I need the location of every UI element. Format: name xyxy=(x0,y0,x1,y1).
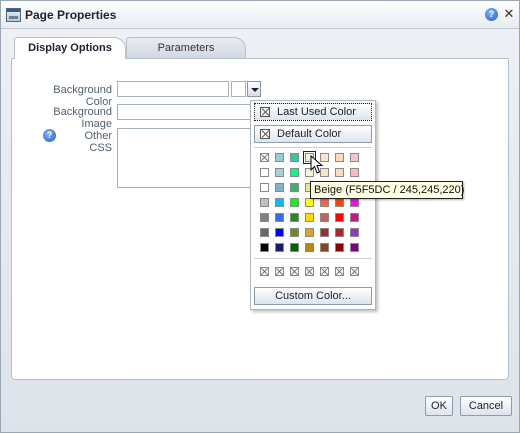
no-color-swatch[interactable] xyxy=(260,153,269,162)
dialog-app-icon xyxy=(6,8,21,22)
color-swatch[interactable] xyxy=(305,243,314,252)
tab-display-options[interactable]: Display Options xyxy=(14,37,126,59)
color-swatch[interactable] xyxy=(335,228,344,237)
color-swatch[interactable] xyxy=(260,183,269,192)
recent-color-slot[interactable] xyxy=(320,267,329,276)
color-swatch[interactable] xyxy=(275,168,284,177)
last-used-color-button[interactable]: Last Used Color xyxy=(254,103,372,121)
color-swatch[interactable] xyxy=(320,198,329,207)
other-css-help-icon[interactable]: ? xyxy=(43,129,56,142)
color-swatch[interactable] xyxy=(290,183,299,192)
color-swatch[interactable] xyxy=(275,153,284,162)
color-swatch[interactable] xyxy=(350,198,359,207)
color-tooltip: Beige (F5F5DC / 245,245,220) xyxy=(310,181,464,199)
cancel-button[interactable]: Cancel xyxy=(460,396,512,416)
color-swatch[interactable] xyxy=(290,168,299,177)
custom-color-button[interactable]: Custom Color... xyxy=(254,287,372,305)
default-color-button[interactable]: Default Color xyxy=(254,125,372,143)
color-swatch[interactable] xyxy=(305,228,314,237)
color-swatch[interactable] xyxy=(290,243,299,252)
color-swatch[interactable] xyxy=(335,213,344,222)
color-swatch[interactable] xyxy=(290,213,299,222)
other-css-label: Other CSS xyxy=(84,130,112,154)
last-used-color-label: Last Used Color xyxy=(277,106,356,118)
no-color-icon xyxy=(260,129,270,139)
recent-color-slot[interactable] xyxy=(260,267,269,276)
other-css-textarea[interactable] xyxy=(117,128,257,188)
color-swatch[interactable] xyxy=(260,168,269,177)
color-dropdown-button[interactable] xyxy=(247,81,261,97)
color-swatch[interactable] xyxy=(275,213,284,222)
dialog-title: Page Properties xyxy=(25,8,117,22)
color-swatch[interactable] xyxy=(350,243,359,252)
help-icon[interactable]: ? xyxy=(485,8,498,21)
color-swatch[interactable] xyxy=(305,198,314,207)
page-properties-dialog: Page Properties ? ✕ Parameters Display O… xyxy=(0,0,520,433)
color-swatch[interactable] xyxy=(350,228,359,237)
color-swatch[interactable] xyxy=(320,213,329,222)
close-icon[interactable]: ✕ xyxy=(503,7,515,21)
background-color-label: Background Color xyxy=(53,84,112,108)
recent-color-slot[interactable] xyxy=(335,267,344,276)
divider xyxy=(254,258,372,259)
color-swatch[interactable] xyxy=(260,213,269,222)
default-color-label: Default Color xyxy=(277,128,342,140)
color-swatch[interactable] xyxy=(260,198,269,207)
color-swatch[interactable] xyxy=(335,168,344,177)
divider xyxy=(254,147,372,148)
color-swatch[interactable] xyxy=(350,213,359,222)
color-swatch[interactable] xyxy=(350,168,359,177)
color-swatch[interactable] xyxy=(275,198,284,207)
ok-button[interactable]: OK xyxy=(425,396,453,416)
color-swatch[interactable] xyxy=(320,228,329,237)
color-swatch[interactable] xyxy=(335,198,344,207)
color-swatch[interactable] xyxy=(275,183,284,192)
color-swatch[interactable] xyxy=(350,153,359,162)
recent-color-slot[interactable] xyxy=(290,267,299,276)
background-image-input[interactable] xyxy=(117,104,257,120)
color-swatch-preview[interactable] xyxy=(231,81,246,97)
mouse-cursor-icon xyxy=(310,155,324,174)
tab-bar: Parameters Display Options xyxy=(10,37,510,59)
background-color-input[interactable] xyxy=(117,81,229,97)
title-bar: Page Properties ? ✕ xyxy=(1,1,519,29)
color-swatch[interactable] xyxy=(275,243,284,252)
recent-color-slot[interactable] xyxy=(305,267,314,276)
color-swatch[interactable] xyxy=(305,213,314,222)
color-swatch[interactable] xyxy=(290,228,299,237)
background-image-label: Background Image xyxy=(53,106,112,130)
color-swatch[interactable] xyxy=(290,153,299,162)
color-swatch[interactable] xyxy=(260,243,269,252)
color-swatch[interactable] xyxy=(290,198,299,207)
tab-parameters[interactable]: Parameters xyxy=(126,37,246,59)
color-swatch[interactable] xyxy=(320,243,329,252)
color-swatch[interactable] xyxy=(275,228,284,237)
recent-color-slot[interactable] xyxy=(275,267,284,276)
color-swatch[interactable] xyxy=(260,228,269,237)
color-swatch[interactable] xyxy=(335,243,344,252)
recent-color-slot[interactable] xyxy=(350,267,359,276)
color-swatch[interactable] xyxy=(335,153,344,162)
color-picker-popup: Last Used Color Default Color Custom Col… xyxy=(250,100,376,310)
no-color-icon xyxy=(260,107,270,117)
